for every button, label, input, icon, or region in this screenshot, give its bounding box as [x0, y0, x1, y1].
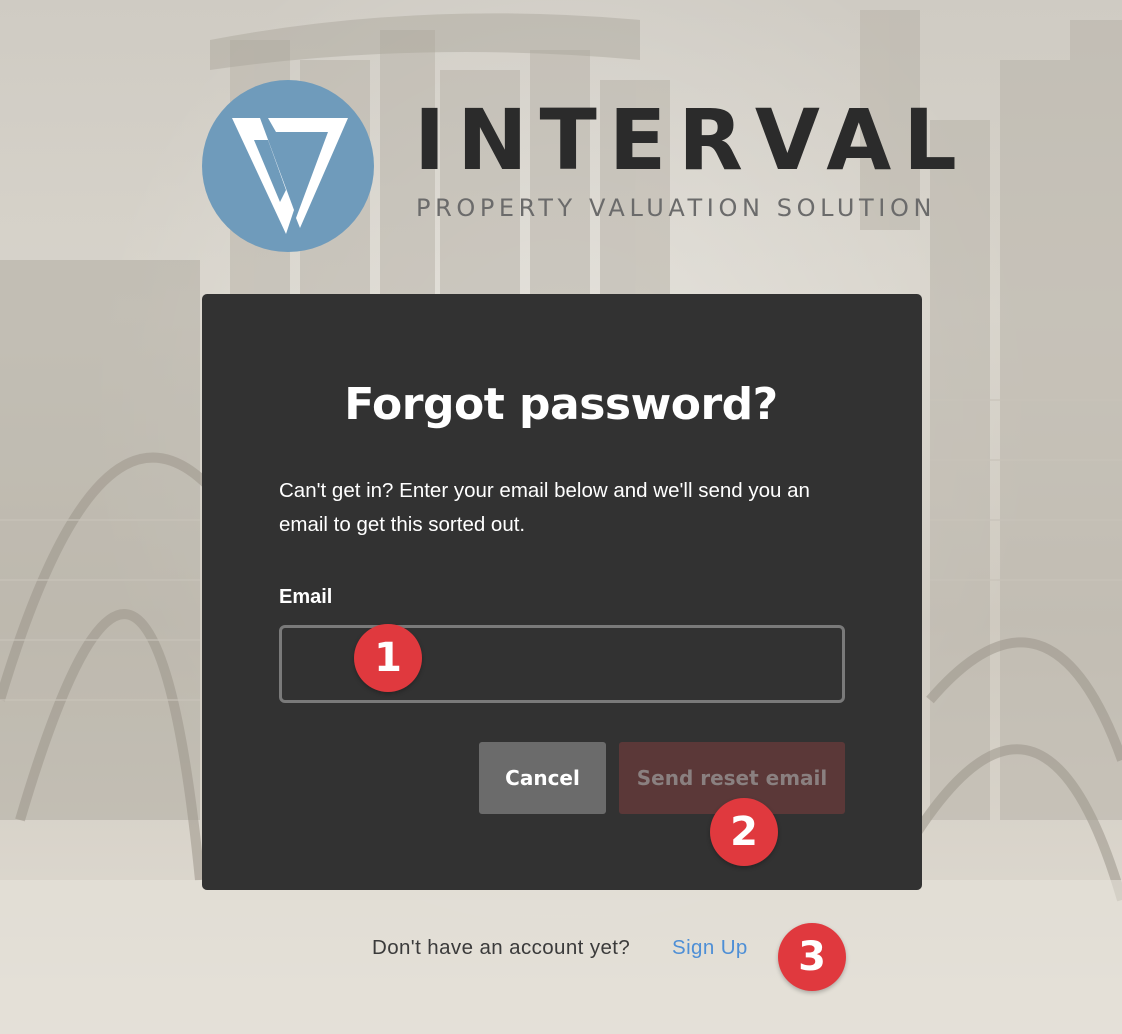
email-label: Email	[279, 586, 333, 608]
step-marker-1: 1	[354, 624, 422, 692]
signup-prompt: Don't have an account yet? Sign Up	[0, 932, 1122, 964]
dialog-title: Forgot password?	[344, 379, 778, 430]
sign-up-link[interactable]: Sign Up	[672, 932, 748, 964]
brand-name: INTERVAL	[414, 91, 969, 189]
cancel-button[interactable]: Cancel	[479, 742, 606, 814]
dialog-description: Can't get in? Enter your email below and…	[279, 479, 810, 536]
step-marker-2: 2	[710, 798, 778, 866]
brand-tagline: PROPERTY VALUATION SOLUTION	[416, 194, 937, 222]
signup-prompt-text: Don't have an account yet?	[372, 936, 631, 959]
interval-logo: INTERVAL PROPERTY VALUATION SOLUTION	[202, 80, 957, 252]
logo-mark-icon	[202, 80, 374, 252]
step-marker-3: 3	[778, 923, 846, 991]
